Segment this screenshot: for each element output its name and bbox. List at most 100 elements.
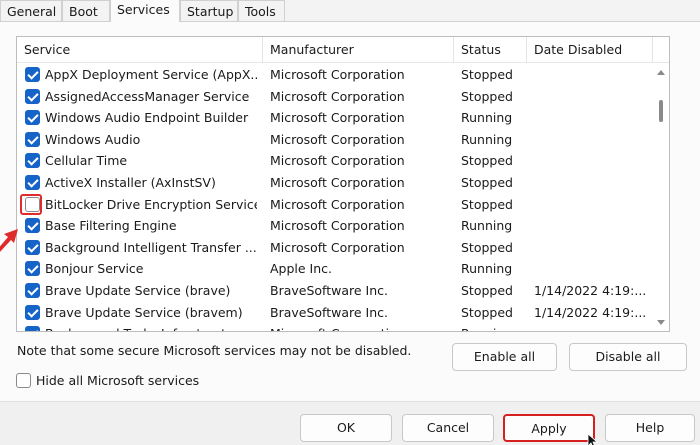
service-name: Windows Audio	[45, 131, 141, 147]
service-checkbox[interactable]	[25, 131, 40, 147]
service-checkbox[interactable]	[25, 110, 40, 126]
service-manufacturer: Microsoft Corporation	[270, 174, 405, 190]
service-checkbox[interactable]	[25, 326, 40, 331]
services-pane: Service Manufacturer Status Date Disable…	[0, 21, 700, 401]
service-date-disabled	[534, 172, 653, 194]
service-name: Background Intelligent Transfer ...	[45, 239, 257, 255]
mouse-pointer-icon	[587, 433, 599, 445]
service-name: Brave Update Service (brave)	[45, 282, 231, 298]
table-row[interactable]: Windows Audio Endpoint Builder Microsoft …	[17, 107, 653, 129]
service-checkbox[interactable]	[25, 67, 40, 82]
hide-microsoft-services-label: Hide all Microsoft services	[36, 373, 200, 388]
column-header-status[interactable]: Status	[454, 37, 527, 63]
service-manufacturer: Apple Inc.	[270, 261, 333, 277]
table-row[interactable]: Background Tasks Infrastructure ... Micro…	[17, 323, 653, 331]
service-date-disabled: 1/14/2022 4:19:...	[534, 304, 647, 320]
service-date-disabled	[534, 323, 653, 331]
table-row[interactable]: Windows Audio Microsoft Corporation Runnin…	[17, 129, 653, 151]
service-status: Stopped	[461, 239, 513, 255]
service-status: Stopped	[461, 304, 513, 320]
service-status: Stopped	[461, 67, 513, 82]
service-status: Stopped	[461, 282, 513, 298]
table-row[interactable]: AppX Deployment Service (AppX... Microsof…	[17, 64, 653, 86]
scroll-thumb[interactable]	[659, 100, 663, 122]
table-row[interactable]: Base Filtering Engine Microsoft Corporati…	[17, 215, 653, 237]
service-date-disabled	[534, 107, 653, 129]
service-status: Stopped	[461, 196, 513, 212]
table-row[interactable]: ActiveX Installer (AxInstSV) Microsoft Co…	[17, 172, 653, 194]
tab-bar: General Boot Services Startup Tools	[0, 0, 700, 22]
highlight-box	[20, 193, 42, 215]
table-row[interactable]: Brave Update Service (brave) BraveSoftwar…	[17, 280, 653, 302]
service-status: Running	[461, 261, 513, 277]
service-status: Stopped	[461, 153, 513, 169]
service-manufacturer: Microsoft Corporation	[270, 323, 450, 331]
service-date-disabled	[534, 237, 653, 259]
dialog-button-bar: OK Cancel Apply Help	[0, 401, 700, 445]
service-status: Running	[461, 218, 513, 234]
service-name: AppX Deployment Service (AppX...	[45, 67, 257, 82]
service-name: Cellular Time	[45, 153, 128, 169]
service-checkbox[interactable]	[25, 174, 40, 190]
service-checkbox[interactable]	[25, 282, 40, 298]
column-header-date-disabled[interactable]: Date Disabled	[527, 37, 653, 63]
tab-startup[interactable]: Startup	[180, 0, 238, 21]
scroll-up-icon[interactable]	[657, 70, 665, 75]
table-row[interactable]: Brave Update Service (bravem) BraveSoftwa…	[17, 302, 653, 324]
enable-all-button[interactable]: Enable all	[452, 343, 557, 371]
service-manufacturer: Microsoft Corporation	[270, 239, 405, 255]
service-date-disabled	[534, 129, 653, 151]
service-rows: AppX Deployment Service (AppX... Microsof…	[17, 64, 653, 331]
table-row[interactable]: Background Intelligent Transfer ... Micro…	[17, 237, 653, 259]
service-date-disabled	[534, 64, 653, 86]
service-name: Brave Update Service (bravem)	[45, 304, 243, 320]
service-manufacturer: Microsoft Corporation	[270, 88, 405, 104]
tab-general[interactable]: General	[0, 0, 62, 21]
tab-boot[interactable]: Boot	[62, 0, 110, 21]
service-checkbox[interactable]	[25, 88, 40, 104]
table-row[interactable]: BitLocker Drive Encryption Service Micros…	[17, 193, 653, 216]
service-date-disabled	[534, 150, 653, 172]
column-header-manufacturer[interactable]: Manufacturer	[263, 37, 454, 63]
service-checkbox[interactable]	[25, 261, 40, 277]
services-list[interactable]: Service Manufacturer Status Date Disable…	[16, 36, 670, 332]
service-status: Stopped	[461, 174, 513, 190]
service-manufacturer: Microsoft Corporation	[270, 218, 405, 234]
disable-all-button[interactable]: Disable all	[569, 343, 687, 371]
service-manufacturer: Microsoft Corporation	[270, 131, 405, 147]
table-row[interactable]: AssignedAccessManager Service Microsoft C…	[17, 86, 653, 108]
service-date-disabled	[534, 215, 653, 237]
service-checkbox[interactable]	[25, 218, 40, 234]
service-manufacturer: BraveSoftware Inc.	[270, 304, 388, 320]
table-row[interactable]: Cellular Time Microsoft Corporation Stoppe…	[17, 150, 653, 172]
apply-button[interactable]: Apply	[503, 414, 595, 442]
service-manufacturer: Microsoft Corporation	[270, 110, 405, 126]
scroll-down-icon[interactable]	[657, 320, 665, 325]
vertical-scrollbar[interactable]	[653, 64, 669, 331]
cancel-button[interactable]: Cancel	[402, 414, 494, 442]
service-name: Bonjour Service	[45, 261, 144, 277]
hide-microsoft-services-checkbox[interactable]	[16, 373, 31, 388]
service-checkbox[interactable]	[25, 153, 40, 169]
tab-tools[interactable]: Tools	[238, 0, 285, 21]
help-button[interactable]: Help	[605, 414, 695, 442]
service-manufacturer: Microsoft Corporation	[270, 153, 405, 169]
list-header: Service Manufacturer Status Date Disable…	[17, 37, 669, 63]
column-header-service[interactable]: Service	[17, 37, 263, 63]
service-status: Running	[461, 110, 513, 126]
ok-button[interactable]: OK	[300, 414, 392, 442]
service-checkbox[interactable]	[25, 304, 40, 320]
service-date-disabled: 1/14/2022 4:19:...	[534, 282, 647, 298]
service-checkbox[interactable]	[25, 239, 40, 255]
table-row[interactable]: Bonjour Service Apple Inc. Running	[17, 258, 653, 280]
secure-services-note: Note that some secure Microsoft services…	[17, 343, 412, 358]
service-status: Running	[461, 131, 513, 147]
service-status: Running	[461, 323, 527, 331]
service-manufacturer: Microsoft Corporation	[270, 196, 405, 212]
tab-services[interactable]: Services	[110, 0, 180, 22]
service-status: Stopped	[461, 88, 513, 104]
service-date-disabled	[534, 258, 653, 280]
service-date-disabled	[534, 86, 653, 108]
red-arrow-icon	[0, 229, 18, 252]
service-name: AssignedAccessManager Service	[45, 88, 250, 104]
